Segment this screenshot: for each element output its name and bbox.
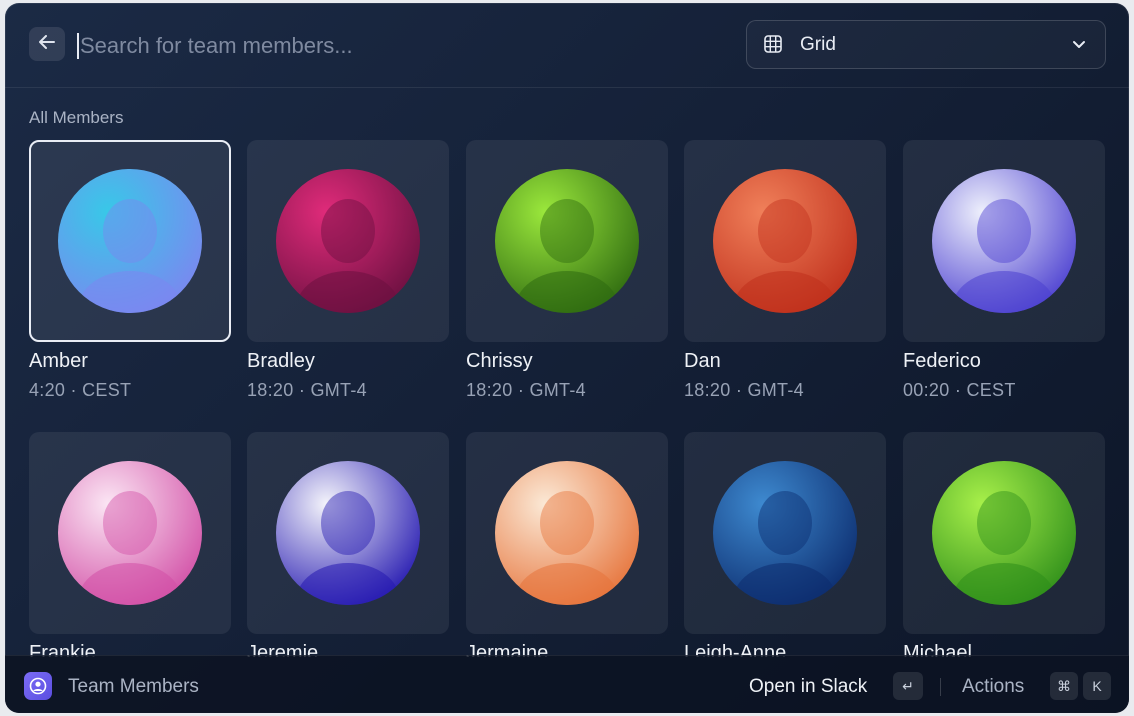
member-tile[interactable] xyxy=(247,432,449,634)
back-button[interactable] xyxy=(29,27,65,61)
member-local-time: 18:20 · GMT-4 xyxy=(247,380,367,400)
member-tile[interactable] xyxy=(684,432,886,634)
view-dropdown-value: Grid xyxy=(800,34,836,55)
member-avatar xyxy=(276,461,420,605)
member-tile[interactable] xyxy=(903,432,1105,634)
section-title: All Members xyxy=(29,108,124,127)
arrow-left-icon xyxy=(39,34,55,54)
member-card[interactable]: Frankie xyxy=(29,432,231,657)
members-grid: Amber 4:20 · CEST Bradley 18:20 · GMT-4 Chri… xyxy=(29,140,1109,657)
member-avatar xyxy=(713,461,857,605)
member-avatar xyxy=(495,461,639,605)
member-card[interactable]: Michael xyxy=(903,432,1105,657)
command-key-hint: ⌘ xyxy=(1050,672,1078,700)
member-card[interactable]: Dan 18:20 · GMT-4 xyxy=(684,140,886,401)
text-caret xyxy=(77,33,79,59)
member-tile[interactable] xyxy=(684,140,886,342)
member-card[interactable]: Leigh-Anne xyxy=(684,432,886,657)
member-tile[interactable] xyxy=(29,140,231,342)
launcher-window: Grid All Members Amber 4:20 · CEST Bradley… xyxy=(5,3,1129,713)
action-bar: Team Members Open in Slack ↵ Actions ⌘ K xyxy=(5,655,1129,713)
view-dropdown[interactable]: Grid xyxy=(746,20,1106,69)
app-name: Team Members xyxy=(68,676,199,697)
member-local-time: 18:20 · GMT-4 xyxy=(684,380,804,400)
member-tile[interactable] xyxy=(466,140,668,342)
divider xyxy=(940,678,941,696)
enter-key-hint: ↵ xyxy=(893,672,923,700)
member-card[interactable]: Jeremie xyxy=(247,432,449,657)
member-card[interactable]: Federico 00:20 · CEST xyxy=(903,140,1105,401)
member-name: Federico xyxy=(903,350,981,372)
member-avatar xyxy=(276,169,420,313)
member-avatar xyxy=(58,169,202,313)
app-icon xyxy=(24,672,52,700)
member-avatar xyxy=(713,169,857,313)
open-in-slack-button[interactable]: Open in Slack xyxy=(749,676,867,698)
member-card[interactable]: Amber 4:20 · CEST xyxy=(29,140,231,401)
actions-button[interactable]: Actions xyxy=(962,676,1024,698)
member-local-time: 4:20 · CEST xyxy=(29,380,132,400)
search-bar: Grid xyxy=(5,3,1129,88)
member-name: Chrissy xyxy=(466,350,533,372)
member-tile[interactable] xyxy=(29,432,231,634)
member-tile[interactable] xyxy=(466,432,668,634)
member-local-time: 00:20 · CEST xyxy=(903,380,1016,400)
member-avatar xyxy=(932,169,1076,313)
search-input[interactable] xyxy=(80,29,720,63)
member-tile[interactable] xyxy=(903,140,1105,342)
chevron-down-icon xyxy=(1071,36,1087,52)
member-avatar xyxy=(495,169,639,313)
member-name: Bradley xyxy=(247,350,315,372)
member-card[interactable]: Jermaine xyxy=(466,432,668,657)
member-avatar xyxy=(58,461,202,605)
member-tile[interactable] xyxy=(247,140,449,342)
grid-icon xyxy=(764,35,782,53)
member-name: Dan xyxy=(684,350,721,372)
member-name: Amber xyxy=(29,350,88,372)
member-local-time: 18:20 · GMT-4 xyxy=(466,380,586,400)
member-card[interactable]: Chrissy 18:20 · GMT-4 xyxy=(466,140,668,401)
member-card[interactable]: Bradley 18:20 · GMT-4 xyxy=(247,140,449,401)
member-avatar xyxy=(932,461,1076,605)
k-key-hint: K xyxy=(1083,672,1111,700)
